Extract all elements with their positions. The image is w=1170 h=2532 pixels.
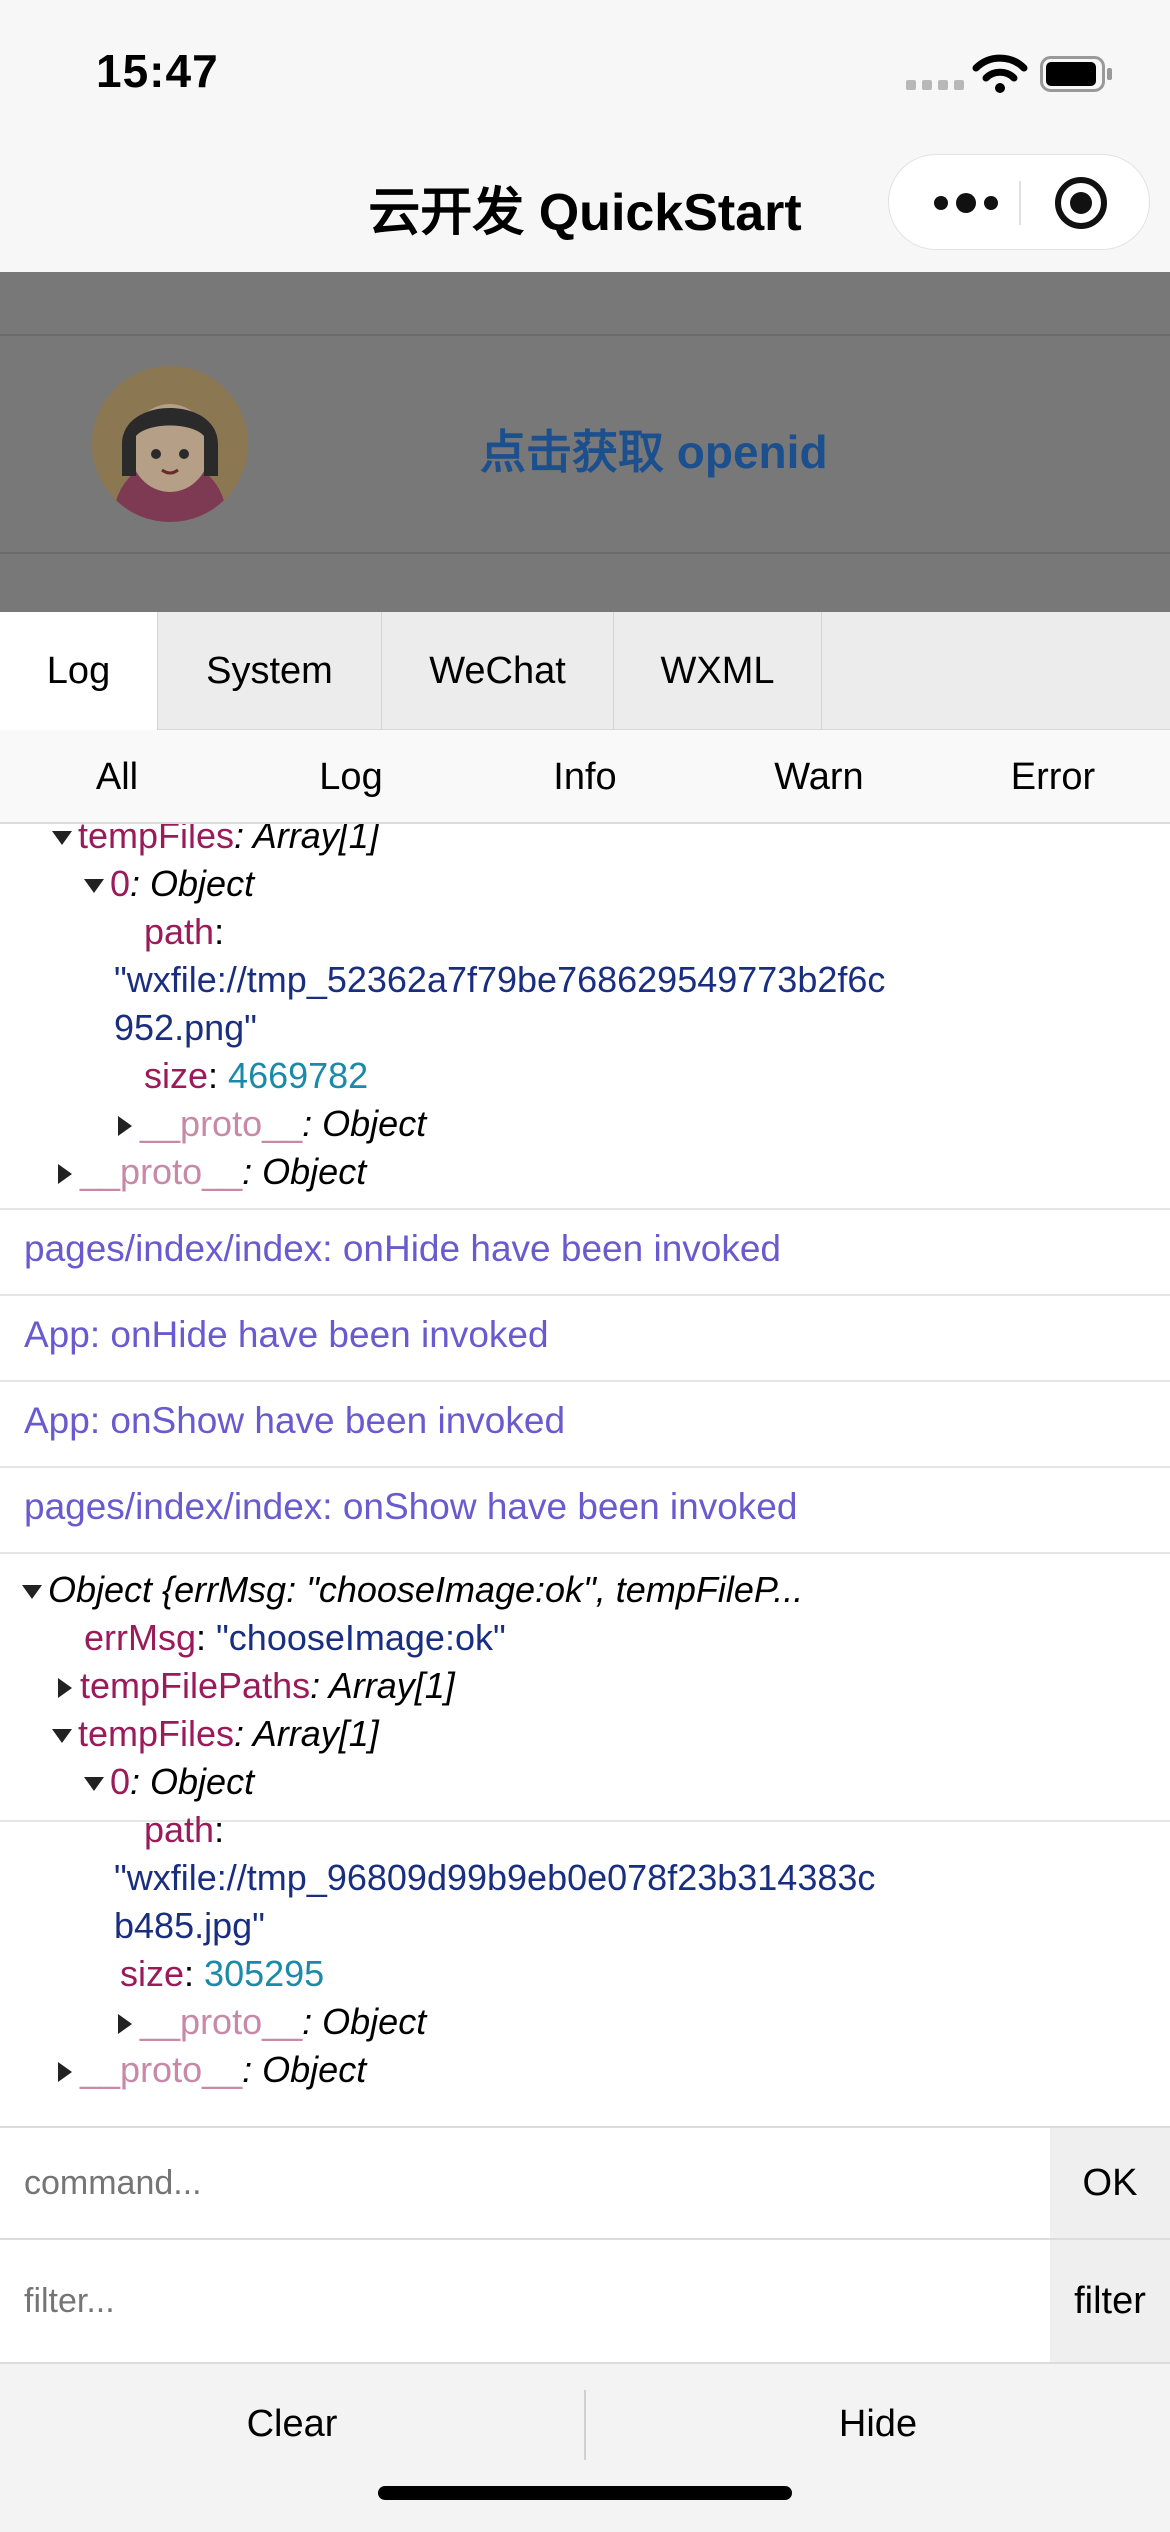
collapse-triangle-icon <box>22 1585 42 1600</box>
console-tabs: Log System WeChat WXML <box>0 612 1170 730</box>
log-string-value: "wxfile://tmp_52362a7f79be768629549773b2… <box>114 959 886 1000</box>
user-row: 点击获取 openid <box>0 334 1170 554</box>
log-tree-node[interactable]: tempFiles: Array[1] <box>52 1710 379 1758</box>
log-tree-node[interactable]: tempFiles: Array[1] <box>52 824 379 860</box>
filter-info[interactable]: Info <box>468 730 702 824</box>
filter-log[interactable]: Log <box>234 730 468 824</box>
clear-button[interactable]: Clear <box>0 2364 584 2484</box>
collapse-triangle-icon <box>84 879 104 894</box>
command-input[interactable] <box>24 2128 1014 2238</box>
filter-button[interactable]: filter <box>1050 2240 1170 2362</box>
console-toolbar: Clear Hide <box>0 2364 1170 2532</box>
filter-input[interactable] <box>24 2240 1014 2362</box>
status-time: 15:47 <box>96 45 219 97</box>
log-tree-node[interactable]: __proto__: Object <box>58 1148 366 1196</box>
status-bar: 15:47 <box>0 0 1170 140</box>
tab-wechat[interactable]: WeChat <box>382 612 614 730</box>
collapse-triangle-icon <box>84 1777 104 1792</box>
filter-warn[interactable]: Warn <box>702 730 936 824</box>
navigation-bar: 云开发 QuickStart <box>0 140 1170 272</box>
log-message-row: App: onHide have been invoked <box>0 1294 1170 1380</box>
hide-button[interactable]: Hide <box>586 2364 1170 2484</box>
log-row-divider <box>0 1552 1170 1554</box>
log-tree-node[interactable]: __proto__: Object <box>58 2046 366 2094</box>
command-ok-button[interactable]: OK <box>1050 2128 1170 2238</box>
expand-triangle-icon <box>58 1164 72 1185</box>
expand-triangle-icon <box>118 2014 132 2035</box>
log-string-value: b485.jpg" <box>114 1905 265 1946</box>
log-string-value: "wxfile://tmp_96809d99b9eb0e078f23b31438… <box>114 1857 876 1898</box>
log-tree-node[interactable]: __proto__: Object <box>118 1998 426 2046</box>
log-message-row: pages/index/index: onShow have been invo… <box>0 1466 1170 1552</box>
log-tree-node[interactable]: __proto__: Object <box>118 1100 426 1148</box>
wifi-icon <box>972 54 1028 93</box>
log-list: tempFiles: Array[1] 0: Object path: "wxf… <box>0 824 1170 2126</box>
vconsole-panel: Log System WeChat WXML All Log Info Warn… <box>0 612 1170 2532</box>
command-row: OK <box>0 2126 1170 2240</box>
battery-icon <box>1040 56 1112 92</box>
log-property: errMsg: "chooseImage:ok" <box>84 1617 506 1658</box>
page-content-dimmed: 点击获取 openid <box>0 272 1170 612</box>
collapse-triangle-icon <box>52 831 72 846</box>
tab-log[interactable]: Log <box>0 612 158 730</box>
log-level-filters: All Log Info Warn Error <box>0 730 1170 824</box>
home-indicator[interactable] <box>378 2486 792 2500</box>
more-icon[interactable] <box>911 155 1021 251</box>
filter-all[interactable]: All <box>0 730 234 824</box>
log-message-row: pages/index/index: onHide have been invo… <box>0 1208 1170 1294</box>
log-string-value: 952.png" <box>114 1007 257 1048</box>
avatar[interactable] <box>92 366 248 522</box>
filter-error[interactable]: Error <box>936 730 1170 824</box>
expand-triangle-icon <box>58 1678 72 1699</box>
close-target-icon[interactable] <box>1055 177 1107 229</box>
capsule-divider <box>1019 181 1021 225</box>
log-property: size: 4669782 <box>144 1055 369 1096</box>
tab-system[interactable]: System <box>158 612 382 730</box>
filter-row: filter <box>0 2240 1170 2364</box>
expand-triangle-icon <box>58 2062 72 2083</box>
log-property: path: <box>144 1809 225 1850</box>
log-tree-node[interactable]: tempFilePaths: Array[1] <box>58 1662 455 1710</box>
expand-triangle-icon <box>118 1116 132 1137</box>
get-openid-button[interactable]: 点击获取 openid <box>480 416 828 482</box>
collapse-triangle-icon <box>52 1729 72 1744</box>
mini-program-capsule <box>888 154 1150 250</box>
log-message-row: App: onShow have been invoked <box>0 1380 1170 1466</box>
tab-wxml[interactable]: WXML <box>614 612 822 730</box>
log-object-summary[interactable]: Object {errMsg: "chooseImage:ok", tempFi… <box>22 1566 803 1614</box>
log-property: size: 305295 <box>120 1953 325 1994</box>
signal-icon <box>906 80 964 90</box>
log-tree-node[interactable]: 0: Object <box>84 860 254 908</box>
log-tree-node[interactable]: 0: Object <box>84 1758 254 1806</box>
log-property: path: <box>144 911 225 952</box>
